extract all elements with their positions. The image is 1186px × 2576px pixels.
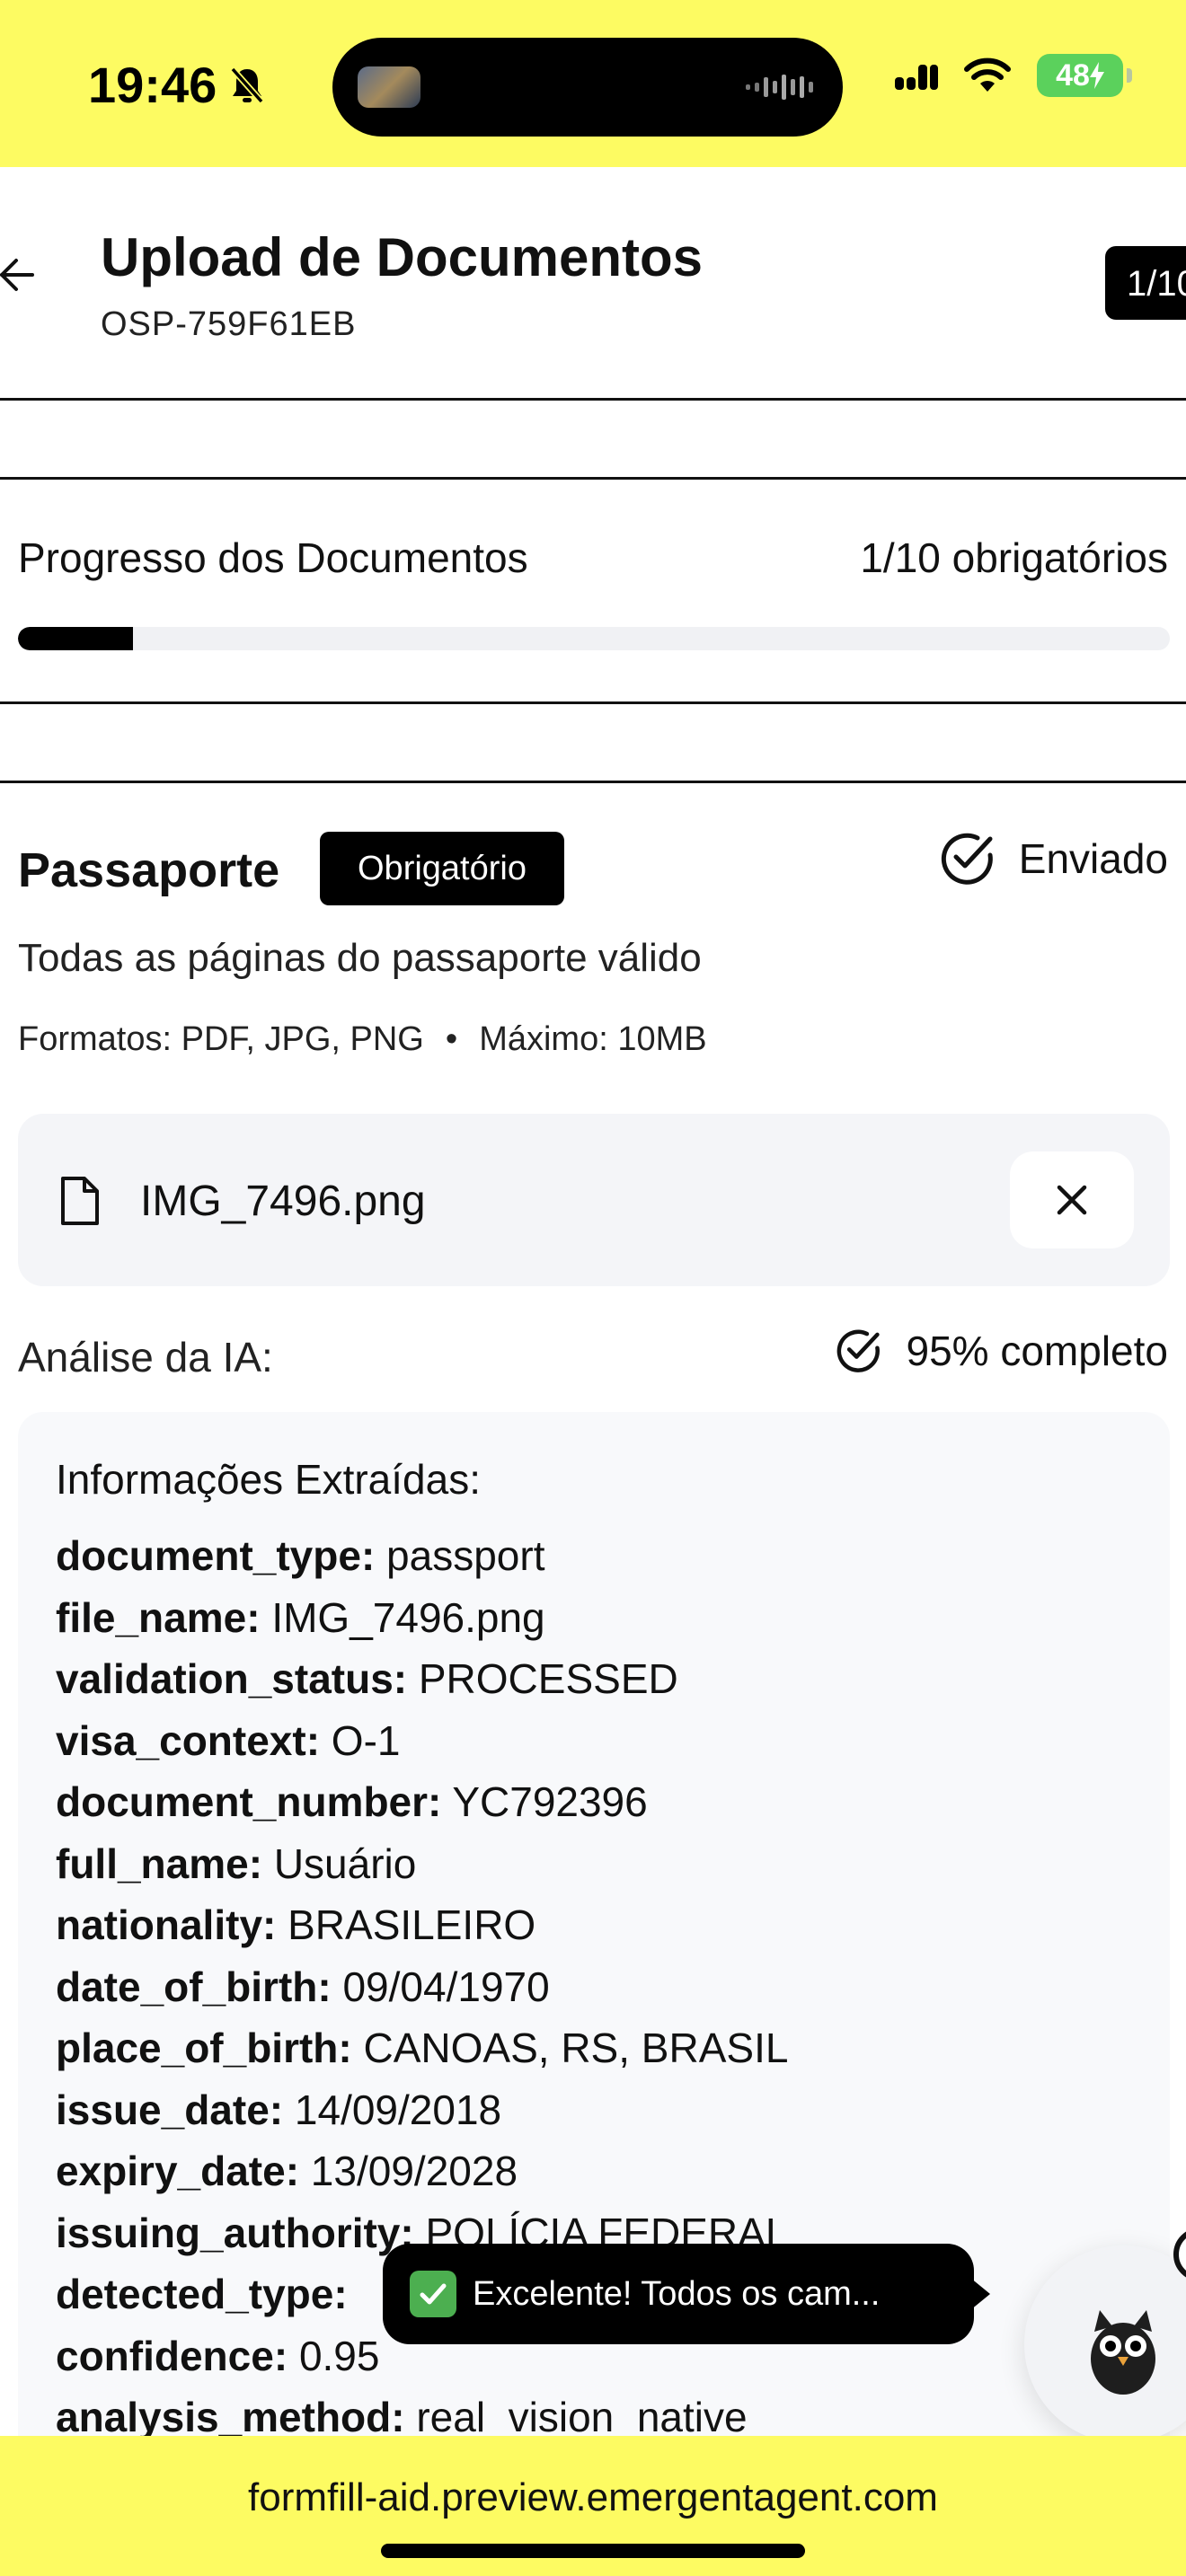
field-value: O-1: [331, 1716, 401, 1764]
check-circle-icon: [836, 1329, 880, 1372]
page-header: Upload de Documentos OSP-759F61EB 1/10: [0, 167, 1186, 401]
extracted-field-row: date_of_birth: 09/04/1970: [56, 1956, 1132, 2018]
remove-file-button[interactable]: [1010, 1151, 1134, 1248]
field-key: confidence:: [56, 2332, 288, 2379]
divider: [0, 401, 1186, 480]
extracted-field-row: issue_date: 14/09/2018: [56, 2079, 1132, 2141]
clock: 19:46: [88, 57, 217, 113]
field-value: 13/09/2028: [310, 2148, 518, 2194]
media-thumbnail: [358, 66, 420, 108]
field-key: document_number:: [56, 1778, 442, 1825]
field-key: document_type:: [56, 1532, 376, 1579]
assistant-button[interactable]: [1024, 2245, 1186, 2443]
extracted-field-row: place_of_birth: CANOAS, RS, BRASIL: [56, 2017, 1132, 2079]
field-key: detected_type:: [56, 2271, 348, 2317]
url-text: formfill-aid.preview.emergentagent.com: [248, 2475, 938, 2519]
field-key: issuing_authority:: [56, 2209, 414, 2256]
extracted-field-row: validation_status: PROCESSED: [56, 1648, 1132, 1710]
success-toast[interactable]: Excelente! Todos os cam...: [383, 2244, 990, 2344]
documents-progress: Progresso dos Documentos 1/10 obrigatóri…: [0, 480, 1186, 704]
extracted-field-row: nationality: BRASILEIRO: [56, 1894, 1132, 1956]
progress-bar-fill: [18, 627, 134, 650]
browser-url-bar[interactable]: formfill-aid.preview.emergentagent.com: [0, 2436, 1186, 2576]
charging-bolt-icon: [1089, 62, 1104, 89]
status-bar: 19:46 48: [0, 0, 1186, 167]
progress-count: 1/10 obrigatórios: [860, 534, 1168, 581]
wifi-icon: [964, 57, 1011, 92]
field-key: analysis_method:: [56, 2394, 405, 2440]
ai-progress-label: 95% completo: [906, 1328, 1169, 1374]
progress-title: Progresso dos Documentos: [18, 534, 528, 581]
field-key: place_of_birth:: [56, 2025, 352, 2071]
check-circle-icon: [941, 833, 993, 885]
field-value: passport: [386, 1532, 545, 1579]
upload-status-label: Enviado: [1018, 835, 1168, 882]
ai-analysis-status: 95% completo: [833, 1326, 1169, 1376]
field-value: IMG_7496.png: [271, 1593, 545, 1641]
field-key: issue_date:: [56, 2086, 284, 2133]
step-badge: 1/10: [1105, 246, 1186, 320]
home-indicator[interactable]: [381, 2544, 805, 2558]
extracted-field-row: full_name: Usuário: [56, 1833, 1132, 1895]
field-key: nationality:: [56, 1901, 277, 1948]
document-card-passport: Passaporte Obrigatório Enviado Todas as …: [0, 783, 1186, 2490]
extracted-field-row: document_type: passport: [56, 1525, 1132, 1587]
max-size: Máximo: 10MB: [479, 1020, 707, 1058]
field-value: 09/04/1970: [342, 1963, 550, 2010]
field-value: YC792396: [452, 1778, 648, 1825]
field-key: full_name:: [56, 1839, 263, 1887]
document-title: Passaporte: [18, 843, 280, 897]
cellular-signal-icon: [895, 65, 938, 90]
field-key: visa_context:: [56, 1716, 321, 1764]
uploaded-file: IMG_7496.png: [18, 1114, 1170, 1286]
extracted-field-row: visa_context: O-1: [56, 1710, 1132, 1772]
ai-analysis-label: Análise da IA:: [18, 1334, 273, 1381]
extracted-field-row: expiry_date: 13/09/2028: [56, 2140, 1132, 2202]
back-arrow-icon[interactable]: [0, 257, 36, 293]
field-value: 0.95: [298, 2332, 380, 2379]
progress-bar: [18, 627, 1170, 650]
document-description: Todas as páginas do passaporte válido: [18, 936, 702, 980]
accepted-formats: Formatos: PDF, JPG, PNG: [18, 1020, 424, 1058]
document-requirements: Formatos: PDF, JPG, PNG • Máximo: 10MB: [18, 1020, 707, 1059]
field-key: expiry_date:: [56, 2148, 300, 2194]
battery-level: 48: [1056, 57, 1090, 93]
field-value: CANOAS, RS, BRASIL: [363, 2025, 789, 2071]
field-value: PROCESSED: [418, 1655, 678, 1702]
field-key: file_name:: [56, 1593, 261, 1641]
field-value: 14/09/2018: [294, 2086, 502, 2133]
case-id: OSP-759F61EB: [101, 305, 357, 343]
battery-indicator: 48: [1037, 54, 1132, 97]
extracted-info-title: Informações Extraídas:: [56, 1456, 481, 1503]
field-value: BRASILEIRO: [288, 1901, 536, 1948]
status-time: 19:46: [88, 56, 265, 114]
owl-mascot-icon: [1091, 2310, 1155, 2395]
separator-dot: •: [445, 1020, 458, 1058]
file-name: IMG_7496.png: [140, 1178, 426, 1225]
required-badge: Obrigatório: [320, 832, 564, 905]
upload-status: Enviado: [936, 828, 1168, 889]
close-icon: [1057, 1185, 1087, 1215]
extracted-field-row: file_name: IMG_7496.png: [56, 1587, 1132, 1649]
divider: [0, 704, 1186, 783]
toast-message: Excelente! Todos os cam...: [473, 2274, 881, 2313]
status-indicators: 48: [895, 54, 1132, 97]
extracted-field-row: document_number: YC792396: [56, 1771, 1132, 1833]
page-title: Upload de Documentos: [101, 227, 704, 287]
field-key: validation_status:: [56, 1655, 408, 1702]
dynamic-island[interactable]: [332, 38, 843, 137]
field-key: date_of_birth:: [56, 1963, 332, 2010]
field-value: real_vision_native: [416, 2394, 748, 2440]
bell-muted-icon: [230, 66, 264, 103]
file-icon: [61, 1177, 99, 1225]
field-value: Usuário: [273, 1839, 417, 1887]
audio-wave-icon: [746, 75, 813, 100]
checkmark-icon: [410, 2271, 456, 2317]
